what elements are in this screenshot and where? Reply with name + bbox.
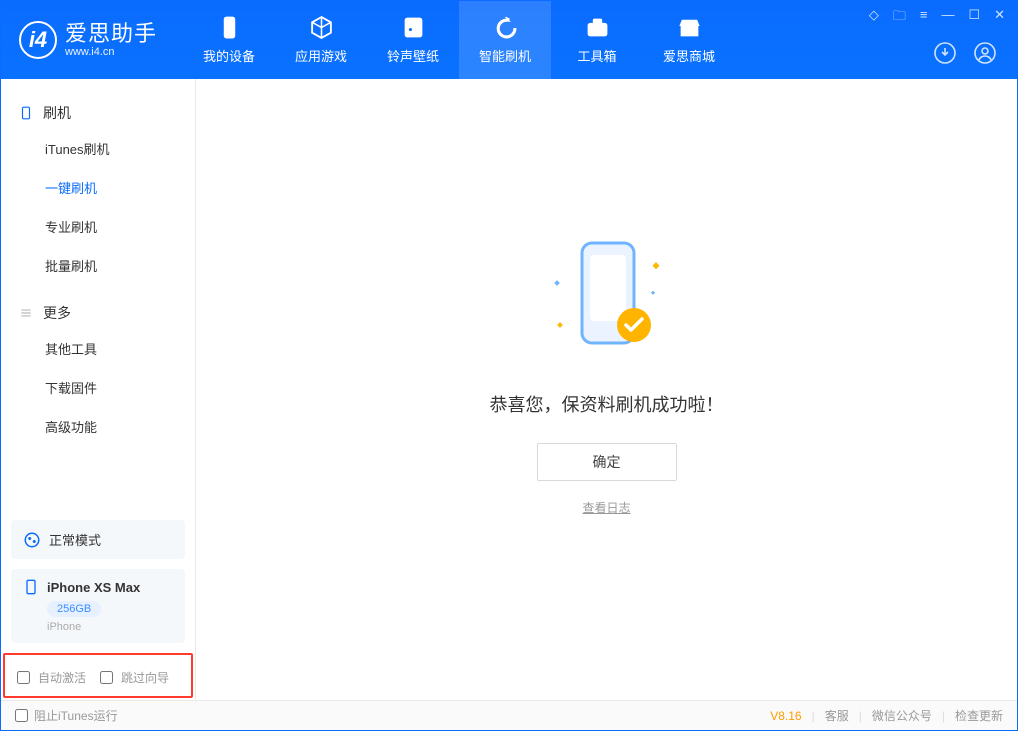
success-illustration bbox=[542, 233, 672, 363]
app-name: 爱思助手 bbox=[65, 22, 157, 46]
footer-link-wechat[interactable]: 微信公众号 bbox=[872, 707, 932, 724]
nav-label: 铃声壁纸 bbox=[387, 46, 439, 65]
skip-guide-checkbox[interactable] bbox=[100, 671, 113, 684]
footer-link-support[interactable]: 客服 bbox=[825, 707, 849, 724]
header: i4 爱思助手 www.i4.cn 我的设备 应用游戏 铃声壁纸 智能刷机 工具… bbox=[1, 1, 1017, 79]
lock-icon[interactable]: 🗀 bbox=[893, 7, 906, 29]
app-logo[interactable]: i4 爱思助手 www.i4.cn bbox=[19, 21, 157, 59]
window-controls: ◇ 🗀 ≡ — ☐ ✕ bbox=[869, 7, 1005, 29]
sidebar-item-download-firmware[interactable]: 下载固件 bbox=[1, 368, 195, 407]
app-body: 刷机 iTunes刷机 一键刷机 专业刷机 批量刷机 更多 其他工具 下载固件 … bbox=[1, 79, 1017, 700]
flash-options-row: 自动激活 跳过向导 bbox=[3, 653, 193, 698]
logo-icon: i4 bbox=[19, 21, 57, 59]
footer-left: 阻止iTunes运行 bbox=[15, 707, 118, 724]
nav-label: 工具箱 bbox=[578, 46, 617, 65]
main-content: 恭喜您，保资料刷机成功啦！ 确定 查看日志 bbox=[196, 79, 1017, 700]
skip-guide-label: 跳过向导 bbox=[121, 669, 169, 686]
device-type: iPhone bbox=[47, 621, 173, 633]
nav-smart-flash[interactable]: 智能刷机 bbox=[459, 1, 551, 79]
success-block: 恭喜您，保资料刷机成功啦！ 确定 查看日志 bbox=[490, 233, 724, 516]
nav-apps-games[interactable]: 应用游戏 bbox=[275, 1, 367, 79]
nav-label: 应用游戏 bbox=[295, 46, 347, 65]
device-name: iPhone XS Max bbox=[47, 580, 140, 595]
nav-label: 智能刷机 bbox=[479, 46, 531, 65]
auto-activate-checkbox[interactable] bbox=[17, 671, 30, 684]
footer-link-update[interactable]: 检查更新 bbox=[955, 707, 1003, 724]
sidebar-section-flash: 刷机 bbox=[1, 97, 195, 129]
mode-icon bbox=[23, 531, 41, 549]
user-icon[interactable] bbox=[973, 41, 997, 65]
device-info-card[interactable]: iPhone XS Max 256GB iPhone bbox=[11, 569, 185, 643]
nav-label: 我的设备 bbox=[203, 46, 255, 65]
auto-activate-label: 自动激活 bbox=[38, 669, 86, 686]
main-nav: 我的设备 应用游戏 铃声壁纸 智能刷机 工具箱 爱思商城 bbox=[183, 1, 735, 79]
sidebar-item-batch-flash[interactable]: 批量刷机 bbox=[1, 246, 195, 285]
toolbox-icon bbox=[585, 15, 610, 40]
device-capacity-badge: 256GB bbox=[47, 601, 101, 617]
music-icon bbox=[401, 15, 426, 40]
nav-toolbox[interactable]: 工具箱 bbox=[551, 1, 643, 79]
footer: 阻止iTunes运行 V8.16 | 客服 | 微信公众号 | 检查更新 bbox=[1, 700, 1017, 730]
maximize-button[interactable]: ☐ bbox=[968, 7, 980, 29]
success-message: 恭喜您，保资料刷机成功啦！ bbox=[490, 391, 724, 417]
device-phone-icon bbox=[23, 579, 39, 595]
confirm-button[interactable]: 确定 bbox=[537, 443, 677, 481]
app-url: www.i4.cn bbox=[65, 46, 157, 58]
nav-label: 爱思商城 bbox=[663, 46, 715, 65]
phone-icon bbox=[19, 106, 33, 120]
store-icon bbox=[677, 15, 702, 40]
version-label: V8.16 bbox=[770, 709, 801, 723]
footer-right: V8.16 | 客服 | 微信公众号 | 检查更新 bbox=[770, 707, 1003, 724]
header-actions bbox=[933, 41, 997, 65]
nav-ringtones-wallpapers[interactable]: 铃声壁纸 bbox=[367, 1, 459, 79]
nav-store[interactable]: 爱思商城 bbox=[643, 1, 735, 79]
device-mode-label: 正常模式 bbox=[49, 530, 101, 549]
block-itunes-checkbox[interactable] bbox=[15, 709, 28, 722]
shirt-icon[interactable]: ◇ bbox=[869, 7, 879, 29]
sidebar-item-pro-flash[interactable]: 专业刷机 bbox=[1, 207, 195, 246]
sidebar-item-other-tools[interactable]: 其他工具 bbox=[1, 329, 195, 368]
download-icon[interactable] bbox=[933, 41, 957, 65]
refresh-icon bbox=[493, 15, 518, 40]
block-itunes-label: 阻止iTunes运行 bbox=[34, 707, 118, 724]
close-button[interactable]: ✕ bbox=[994, 7, 1005, 29]
sidebar: 刷机 iTunes刷机 一键刷机 专业刷机 批量刷机 更多 其他工具 下载固件 … bbox=[1, 79, 196, 700]
nav-my-device[interactable]: 我的设备 bbox=[183, 1, 275, 79]
sidebar-item-advanced[interactable]: 高级功能 bbox=[1, 407, 195, 446]
sidebar-section-more: 更多 bbox=[1, 297, 195, 329]
menu-icon[interactable]: ≡ bbox=[920, 7, 928, 29]
device-mode-card[interactable]: 正常模式 bbox=[11, 520, 185, 559]
minimize-button[interactable]: — bbox=[941, 7, 954, 29]
cube-icon bbox=[309, 15, 334, 40]
menu-lines-icon bbox=[19, 306, 33, 320]
sidebar-item-itunes-flash[interactable]: iTunes刷机 bbox=[1, 129, 195, 168]
sidebar-bottom: 正常模式 iPhone XS Max 256GB iPhone bbox=[1, 510, 195, 653]
sidebar-item-oneclick-flash[interactable]: 一键刷机 bbox=[1, 168, 195, 207]
device-icon bbox=[217, 15, 242, 40]
view-log-link[interactable]: 查看日志 bbox=[582, 499, 630, 516]
